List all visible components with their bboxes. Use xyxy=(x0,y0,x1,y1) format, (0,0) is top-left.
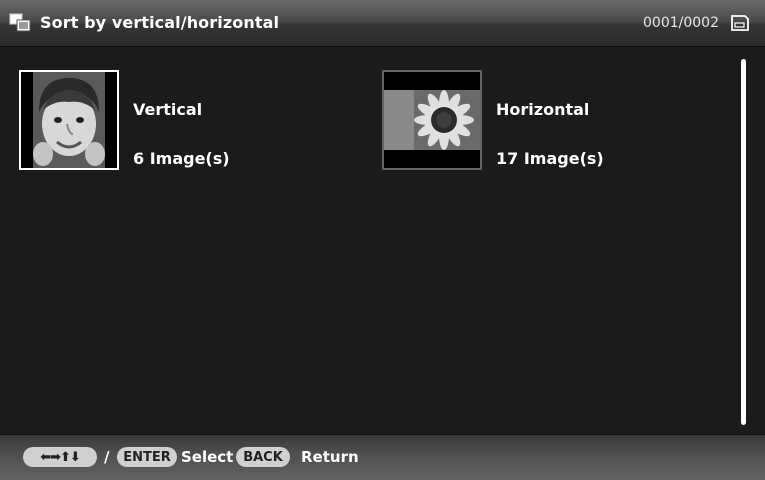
page-title: Sort by vertical/horizontal xyxy=(40,13,280,32)
group-label: Horizontal xyxy=(496,100,590,119)
arrow-keys-icon: ⬅➡⬆⬇ xyxy=(23,447,97,467)
stacked-photos-icon xyxy=(9,13,31,32)
hint-separator: / xyxy=(104,448,110,466)
footer-hints: ⬅➡⬆⬇ / ENTER Select BACK Return xyxy=(0,434,765,480)
select-hint: Select xyxy=(181,448,234,466)
memory-card-icon xyxy=(731,15,749,31)
group-label: Vertical xyxy=(133,100,203,119)
group-list: Vertical 6 Image(s) Horizontal 17 Image(… xyxy=(0,47,765,434)
group-item-vertical[interactable]: Vertical 6 Image(s) xyxy=(19,70,359,170)
enter-key-badge: ENTER xyxy=(117,447,177,467)
return-hint: Return xyxy=(301,448,359,466)
group-item-horizontal[interactable]: Horizontal 17 Image(s) xyxy=(382,70,722,170)
sunflower-thumbnail[interactable] xyxy=(382,70,482,170)
title-bar: Sort by vertical/horizontal 0001/0002 xyxy=(0,0,765,47)
back-key-badge: BACK xyxy=(236,447,290,467)
page-counter: 0001/0002 xyxy=(643,15,719,31)
scrollbar[interactable] xyxy=(741,59,746,425)
group-count: 17 Image(s) xyxy=(496,149,604,168)
boy-portrait-thumbnail[interactable] xyxy=(19,70,119,170)
group-count: 6 Image(s) xyxy=(133,149,230,168)
